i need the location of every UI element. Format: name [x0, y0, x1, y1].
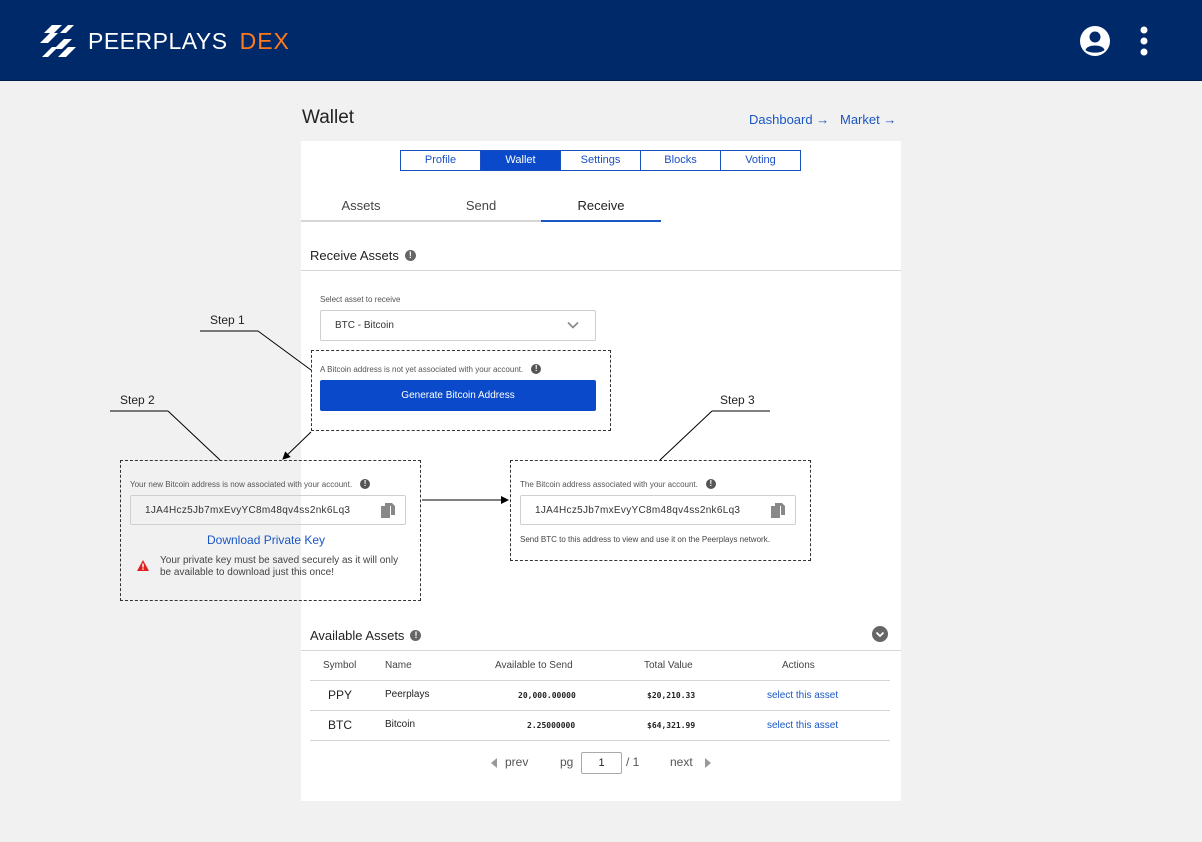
tab-settings[interactable]: Settings	[561, 151, 641, 170]
row-divider	[310, 740, 890, 741]
brand-name: PEERPLAYS	[88, 27, 228, 54]
market-link[interactable]: Market →	[840, 112, 896, 127]
prev-button[interactable]: prev	[505, 755, 528, 769]
private-key-warning: Your private key must be saved securely …	[160, 555, 399, 578]
select-asset-link[interactable]: select this asset	[767, 690, 838, 701]
info-icon[interactable]: !	[404, 250, 416, 261]
pg-label: pg	[560, 755, 574, 769]
associated-text: The Bitcoin address associated with your…	[520, 479, 698, 489]
column-header-symbol: Symbol	[323, 660, 357, 671]
generate-address-button[interactable]: Generate Bitcoin Address	[320, 380, 596, 411]
top-bar: PEERPLAYS DEX	[0, 0, 1202, 81]
row-divider	[310, 710, 890, 711]
column-header-available: Available to Send	[495, 660, 573, 671]
brand[interactable]: PEERPLAYS DEX	[40, 24, 290, 58]
cell-symbol: PPY	[328, 688, 353, 702]
copy-icon[interactable]	[771, 503, 785, 519]
step1-label: Step 1	[210, 313, 245, 327]
selected-asset: BTC - Bitcoin	[335, 320, 394, 331]
receive-assets-title: Receive Assets	[310, 248, 399, 263]
cell-name: Peerplays	[385, 689, 430, 700]
new-address-field[interactable]: 1JA4Hcz5Jb7mxEvyYC8m48qv4ss2nk6Lq3	[130, 495, 406, 525]
column-header-actions: Actions	[782, 660, 815, 671]
prev-arrow-icon[interactable]	[491, 758, 497, 768]
info-icon[interactable]: !	[360, 479, 371, 489]
info-icon[interactable]: !	[531, 364, 542, 374]
divider	[301, 650, 901, 651]
subtab-receive[interactable]: Receive	[541, 190, 661, 222]
not-associated-text: A Bitcoin address is not yet associated …	[320, 364, 524, 374]
select-asset-link[interactable]: select this asset	[767, 720, 838, 731]
available-assets-title: Available Assets	[310, 628, 405, 643]
new-address-text: Your new Bitcoin address is now associat…	[130, 479, 353, 489]
warning-icon	[137, 560, 149, 571]
address-value: 1JA4Hcz5Jb7mxEvyYC8m48qv4ss2nk6Lq3	[535, 505, 741, 516]
page-title: Wallet	[302, 107, 355, 128]
step2-label: Step 2	[120, 393, 155, 407]
column-header-total: Total Value	[644, 660, 693, 671]
user-account-icon[interactable]	[1079, 25, 1111, 57]
download-private-key-link[interactable]: Download Private Key	[207, 533, 325, 547]
available-assets-heading: Available Assets !	[310, 628, 422, 643]
new-address-note: Your new Bitcoin address is now associat…	[130, 479, 371, 489]
cell-available: 2.25000000	[527, 721, 576, 730]
copy-icon[interactable]	[381, 503, 395, 519]
cell-name: Bitcoin	[385, 719, 416, 730]
info-icon[interactable]: !	[410, 630, 422, 641]
select-asset-label: Select asset to receive	[320, 295, 401, 304]
send-btc-note: Send BTC to this address to view and use…	[520, 535, 770, 544]
page-total: / 1	[626, 755, 640, 769]
cell-symbol: BTC	[328, 718, 352, 732]
info-icon[interactable]: !	[705, 479, 716, 489]
chevron-down-icon	[567, 321, 579, 329]
subtab-assets[interactable]: Assets	[301, 190, 421, 222]
divider	[301, 270, 901, 271]
dashboard-link[interactable]: Dashboard →	[749, 112, 829, 127]
step3-label: Step 3	[720, 393, 755, 407]
sub-tabs: Assets Send Receive	[301, 190, 661, 222]
tab-wallet[interactable]: Wallet	[481, 151, 561, 170]
peerplays-logo-icon	[40, 25, 76, 57]
page-number-input[interactable]: 1	[581, 752, 622, 774]
column-header-name: Name	[385, 660, 412, 671]
associated-note: The Bitcoin address associated with your…	[520, 479, 716, 489]
cell-total: $64,321.99	[647, 721, 696, 730]
brand-suffix: DEX	[239, 27, 290, 54]
cell-total: $20,210.33	[647, 691, 696, 700]
cell-available: 20,000.00000	[518, 691, 576, 700]
next-button[interactable]: next	[670, 755, 693, 769]
tab-profile[interactable]: Profile	[401, 151, 481, 170]
address-value: 1JA4Hcz5Jb7mxEvyYC8m48qv4ss2nk6Lq3	[145, 505, 351, 516]
associated-address-field[interactable]: 1JA4Hcz5Jb7mxEvyYC8m48qv4ss2nk6Lq3	[520, 495, 796, 525]
next-arrow-icon[interactable]	[705, 758, 711, 768]
main-tabs: Profile Wallet Settings Blocks Voting	[400, 150, 801, 171]
asset-select[interactable]: BTC - Bitcoin	[320, 310, 596, 341]
chevron-down-icon[interactable]	[872, 626, 888, 642]
tab-blocks[interactable]: Blocks	[641, 151, 721, 170]
more-vertical-icon[interactable]	[1138, 26, 1150, 56]
subtab-send[interactable]: Send	[421, 190, 541, 222]
not-associated-note: A Bitcoin address is not yet associated …	[320, 364, 542, 374]
receive-assets-heading: Receive Assets !	[310, 248, 416, 263]
row-divider	[310, 680, 890, 681]
tab-voting[interactable]: Voting	[721, 151, 800, 170]
